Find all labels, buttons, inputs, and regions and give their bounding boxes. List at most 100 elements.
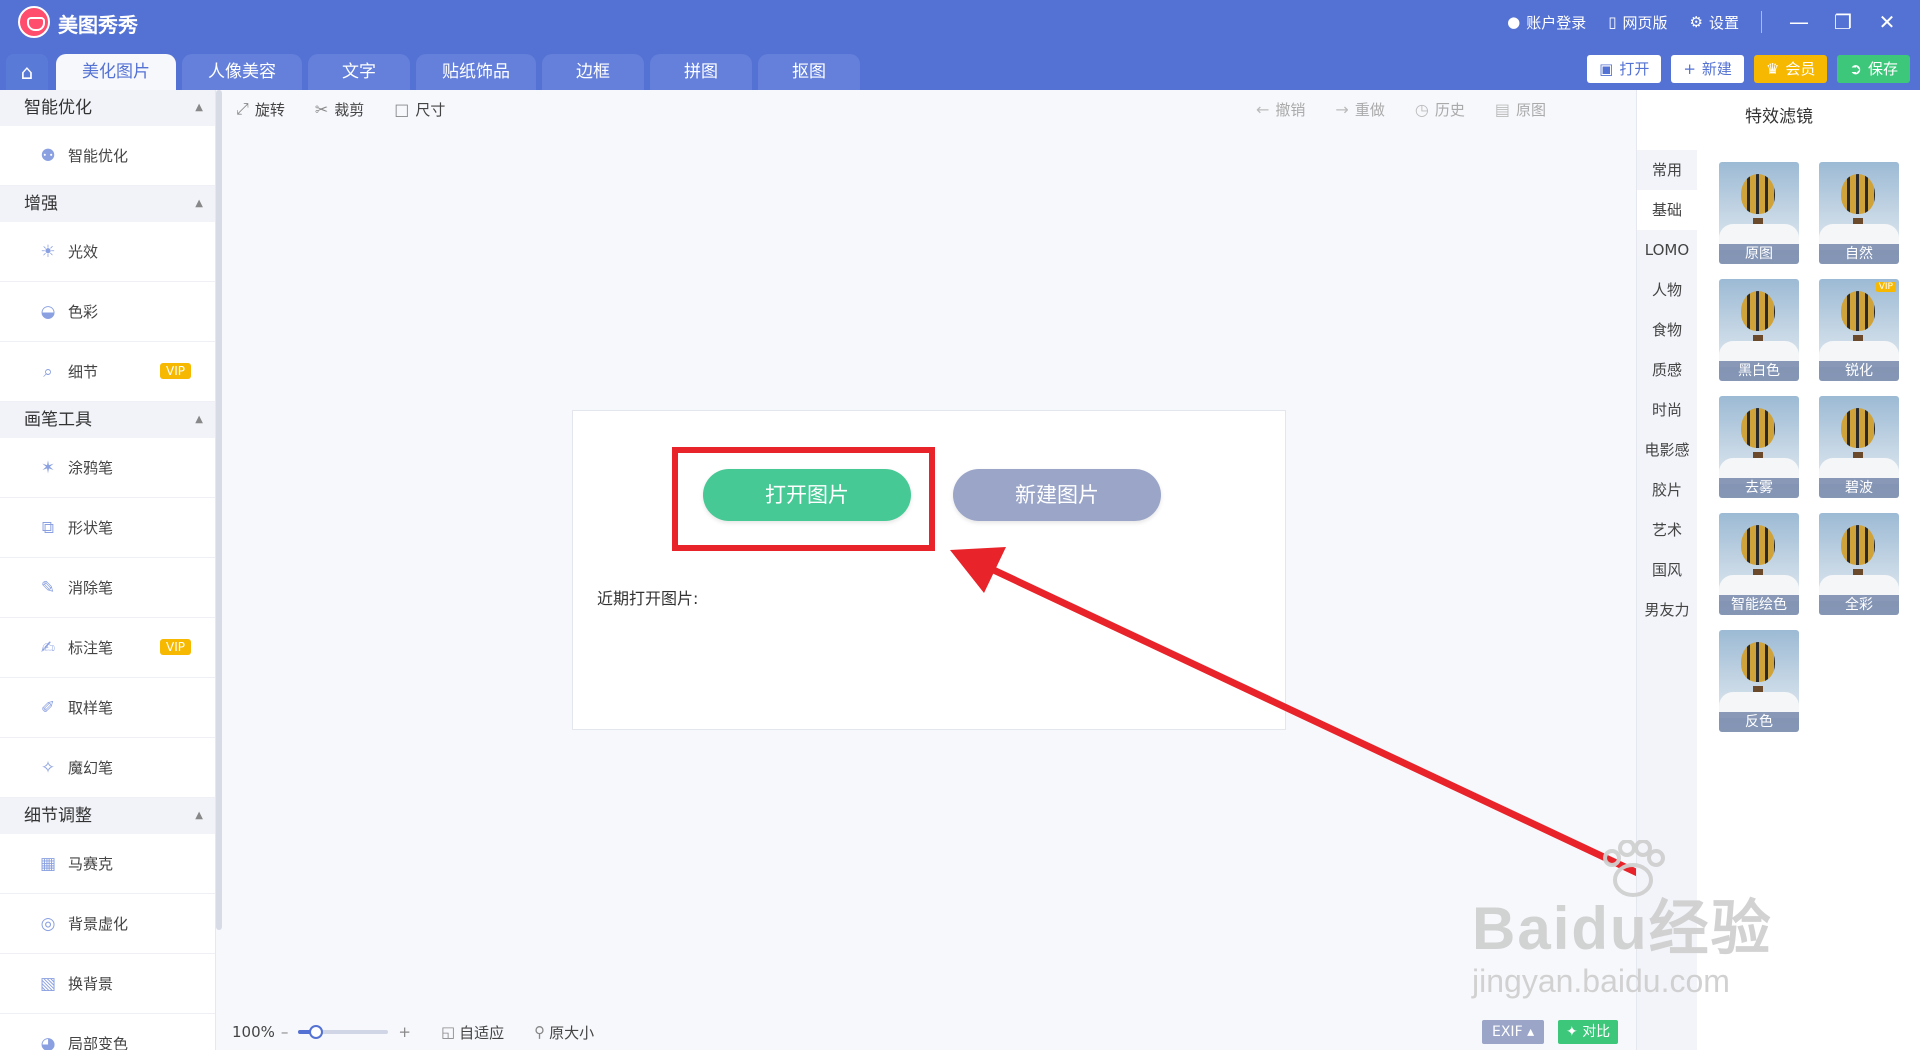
tool-item[interactable]: ◕ 局部变色 — [0, 1014, 215, 1050]
balloon-image — [1841, 174, 1875, 214]
zoom-slider-knob[interactable] — [309, 1025, 324, 1039]
filter-thumbnail[interactable]: 去雾 — [1719, 396, 1799, 498]
tool-item[interactable]: ✶ 涂鸦笔 — [0, 438, 215, 498]
save-button[interactable]: ➲ 保存 — [1837, 55, 1910, 83]
vip-button[interactable]: ♛ 会员 — [1753, 55, 1828, 83]
tab-4[interactable]: 贴纸饰品 — [416, 54, 536, 90]
filter-thumbnail[interactable]: 全彩 — [1819, 513, 1899, 615]
crown-icon: ♛ — [1765, 60, 1780, 78]
web-version-button[interactable]: ▯ 网页版 — [1608, 12, 1667, 33]
new-button[interactable]: + 新建 — [1671, 55, 1744, 83]
filter-category[interactable]: 时尚 — [1637, 390, 1697, 430]
undo-button[interactable]: ← 撤销 — [1256, 99, 1305, 120]
filter-thumbnail[interactable]: VIP 锐化 — [1819, 279, 1899, 381]
filter-category[interactable]: 质感 — [1637, 350, 1697, 390]
section-header[interactable]: 智能优化 ▲ — [0, 90, 215, 126]
collapse-caret-icon[interactable]: ▲ — [195, 402, 203, 438]
resize-icon: □ — [394, 99, 410, 119]
zoom-in-icon[interactable]: + — [398, 1023, 411, 1041]
tool-item-label: 魔幻笔 — [68, 759, 114, 777]
tool-item[interactable]: ▧ 换背景 — [0, 954, 215, 1014]
filter-category[interactable]: 食物 — [1637, 310, 1697, 350]
filter-thumbnail[interactable]: 反色 — [1719, 630, 1799, 732]
vip-badge: VIP — [160, 639, 191, 655]
gear-icon: ⚙ — [1689, 13, 1703, 31]
open-button[interactable]: ▣ 打开 — [1587, 55, 1662, 83]
filter-category[interactable]: 男友力 — [1637, 590, 1697, 630]
tool-item[interactable]: ⚉ 智能优化 — [0, 126, 215, 186]
phone-icon: ▯ — [1608, 13, 1617, 31]
magnifier-icon: ⌕ — [43, 361, 53, 382]
redo-button[interactable]: → 重做 — [1335, 99, 1384, 120]
section-header[interactable]: 画笔工具 ▲ — [0, 402, 215, 438]
actual-size-button[interactable]: ⚲ 原大小 — [534, 1022, 594, 1043]
tab-2[interactable]: 人像美容 — [182, 54, 302, 90]
tool-item-label: 局部变色 — [68, 1035, 129, 1050]
fit-icon: ◱ — [440, 1023, 456, 1041]
tool-item[interactable]: ⧉ 形状笔 — [0, 498, 215, 558]
clock-icon: ◷ — [1414, 99, 1429, 119]
tool-item-label: 马赛克 — [68, 855, 114, 873]
tab-6[interactable]: 拼图 — [650, 54, 752, 90]
filter-thumbnail[interactable]: 原图 — [1719, 162, 1799, 264]
tab-7[interactable]: 抠图 — [758, 54, 860, 90]
tool-item-label: 取样笔 — [68, 699, 114, 717]
tool-item[interactable]: ⌕ 细节 VIP — [0, 342, 215, 402]
section-header[interactable]: 细节调整 ▲ — [0, 798, 215, 834]
account-login-button[interactable]: ● 账户登录 — [1507, 12, 1586, 33]
crop-button[interactable]: ✂ 裁剪 — [315, 99, 364, 120]
tab-1[interactable]: 美化图片 — [56, 54, 176, 90]
left-panel-scrollbar[interactable] — [216, 90, 222, 930]
section-header[interactable]: 增强 ▲ — [0, 186, 215, 222]
sun-icon: ☀ — [40, 241, 56, 262]
original-button[interactable]: ▤ 原图 — [1495, 99, 1546, 120]
filter-category[interactable]: 国风 — [1637, 550, 1697, 590]
close-icon[interactable]: ✕ — [1876, 10, 1898, 34]
tool-item[interactable]: ✎ 消除笔 — [0, 558, 215, 618]
collapse-caret-icon[interactable]: ▲ — [195, 798, 203, 834]
filter-category[interactable]: LOMO — [1637, 230, 1697, 270]
filter-category[interactable]: 艺术 — [1637, 510, 1697, 550]
rotate-button[interactable]: ⤢ 旋转 — [236, 99, 285, 120]
filter-category[interactable]: 胶片 — [1637, 470, 1697, 510]
filter-thumbnail[interactable]: 碧波 — [1819, 396, 1899, 498]
watermark: Baidu经验 jingyan.baidu.com — [1472, 840, 1773, 1000]
filter-thumbnail[interactable]: 自然 — [1819, 162, 1899, 264]
tab-5[interactable]: 边框 — [542, 54, 644, 90]
tool-item[interactable]: ✍ 标注笔 VIP — [0, 618, 215, 678]
collapse-caret-icon[interactable]: ▲ — [195, 90, 203, 126]
compare-button[interactable]: ✦ 对比 — [1558, 1020, 1619, 1044]
balloon-image — [1841, 525, 1875, 565]
tool-item[interactable]: ☀ 光效 — [0, 222, 215, 282]
filter-thumbnail[interactable]: 智能绘色 — [1719, 513, 1799, 615]
tool-item[interactable]: ✧ 魔幻笔 — [0, 738, 215, 798]
tool-item[interactable]: ✐ 取样笔 — [0, 678, 215, 738]
tool-item-label: 背景虚化 — [68, 915, 129, 933]
exif-button[interactable]: EXIF ▴ — [1482, 1020, 1545, 1044]
history-button[interactable]: ◷ 历史 — [1415, 99, 1465, 120]
filter-thumbnail[interactable]: 黑白色 — [1719, 279, 1799, 381]
tab-3[interactable]: 文字 — [308, 54, 410, 90]
restore-icon[interactable]: ❐ — [1832, 10, 1854, 34]
zoom-out-icon[interactable]: – — [281, 1023, 289, 1041]
fit-button[interactable]: ◱ 自适应 — [441, 1022, 504, 1043]
app-title: 美图秀秀 — [58, 13, 138, 37]
filter-category[interactable]: 人物 — [1637, 270, 1697, 310]
collapse-caret-icon[interactable]: ▲ — [195, 186, 203, 222]
zoom-slider[interactable] — [298, 1025, 389, 1039]
settings-button[interactable]: ⚙ 设置 — [1690, 12, 1739, 33]
magic-wand-icon: ✧ — [40, 757, 56, 778]
minimize-icon[interactable]: — — [1788, 10, 1810, 34]
filter-label: 锐化 — [1819, 361, 1899, 381]
tool-item[interactable]: ◒ 色彩 — [0, 282, 215, 342]
marker-pen-icon: ✍ — [40, 637, 56, 658]
new-image-button[interactable]: 新建图片 — [953, 469, 1161, 521]
scissors-icon: ✂ — [314, 99, 329, 119]
tool-item[interactable]: ▦ 马赛克 — [0, 834, 215, 894]
size-button[interactable]: □ 尺寸 — [394, 99, 445, 120]
tool-item[interactable]: ◎ 背景虚化 — [0, 894, 215, 954]
home-icon[interactable]: ⌂ — [6, 54, 48, 90]
filter-category[interactable]: 常用 — [1637, 150, 1697, 190]
filter-category[interactable]: 基础 — [1637, 190, 1697, 230]
filter-category[interactable]: 电影感 — [1637, 430, 1697, 470]
